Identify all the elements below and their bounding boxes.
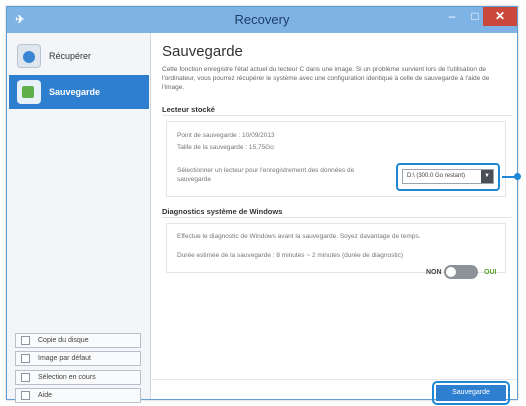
callout-dot <box>514 173 521 180</box>
restore-icon <box>17 44 41 68</box>
backup-button[interactable]: Sauvegarde <box>436 385 506 401</box>
disk-copy-icon <box>21 336 30 345</box>
toggle-knob[interactable] <box>446 267 456 277</box>
recovery-window: ✈ Recovery – □ ✕ Récupérer Sauvegarde Co… <box>6 6 521 405</box>
section-title-diagnostics: Diagnostics système de Windows <box>162 207 283 216</box>
sidebar: Récupérer Sauvegarde Copie du disque Ima… <box>7 33 151 403</box>
dropdown-arrow-icon[interactable]: ▼ <box>481 170 493 183</box>
sidebar-item-backup[interactable]: Sauvegarde <box>9 75 149 109</box>
page-description: Cette fonction enregistre l'état actuel … <box>162 66 490 91</box>
diagnostics-description: Effectue le diagnostic de Windows avant … <box>177 233 421 240</box>
sidebar-item-label: Récupérer <box>49 51 92 61</box>
main-panel: Sauvegarde Cette fonction enregistre l'é… <box>152 33 521 405</box>
sidebar-item-restore[interactable]: Récupérer <box>9 39 149 73</box>
button-label: Image par défaut <box>38 355 91 362</box>
selection-button[interactable]: Sélection en cours <box>15 370 141 385</box>
footer-divider <box>152 379 517 380</box>
page-title: Sauvegarde <box>162 43 243 60</box>
diagnostics-toggle[interactable] <box>444 265 478 279</box>
backup-point-text: Point de sauvegarde : 10/09/2013 <box>177 132 275 139</box>
sidebar-item-label: Sauvegarde <box>49 87 101 97</box>
default-image-icon <box>21 354 30 363</box>
title-bar[interactable]: ✈ Recovery – □ ✕ <box>7 7 517 33</box>
backup-size-text: Taille de la sauvegarde : 15,75Go <box>177 144 274 151</box>
toggle-on-label: OUI <box>484 269 497 276</box>
diagnostics-duration: Durée estimée de la sauvegarde : 8 minut… <box>177 252 404 259</box>
help-button[interactable]: Aide <box>15 388 141 403</box>
divider <box>162 115 512 116</box>
help-icon <box>21 391 30 400</box>
drive-select[interactable]: D:\ (300.0 Go restant) ▼ <box>402 169 494 184</box>
disk-copy-button[interactable]: Copie du disque <box>15 333 141 348</box>
toggle-off-label: NON <box>426 269 442 276</box>
drive-select-prompt: Sélectionner un lecteur pour l'enregistr… <box>177 167 355 183</box>
button-label: Sélection en cours <box>38 374 96 381</box>
button-label: Copie du disque <box>38 337 89 344</box>
close-button[interactable]: ✕ <box>483 7 517 26</box>
section-title-stacked-drive: Lecteur stocké <box>162 105 215 114</box>
selection-icon <box>21 373 30 382</box>
drive-select-value: D:\ (300.0 Go restant) <box>407 173 466 179</box>
divider <box>162 217 512 218</box>
button-label: Aide <box>38 392 53 399</box>
backup-icon <box>17 80 41 104</box>
default-image-button[interactable]: Image par défaut <box>15 351 141 366</box>
